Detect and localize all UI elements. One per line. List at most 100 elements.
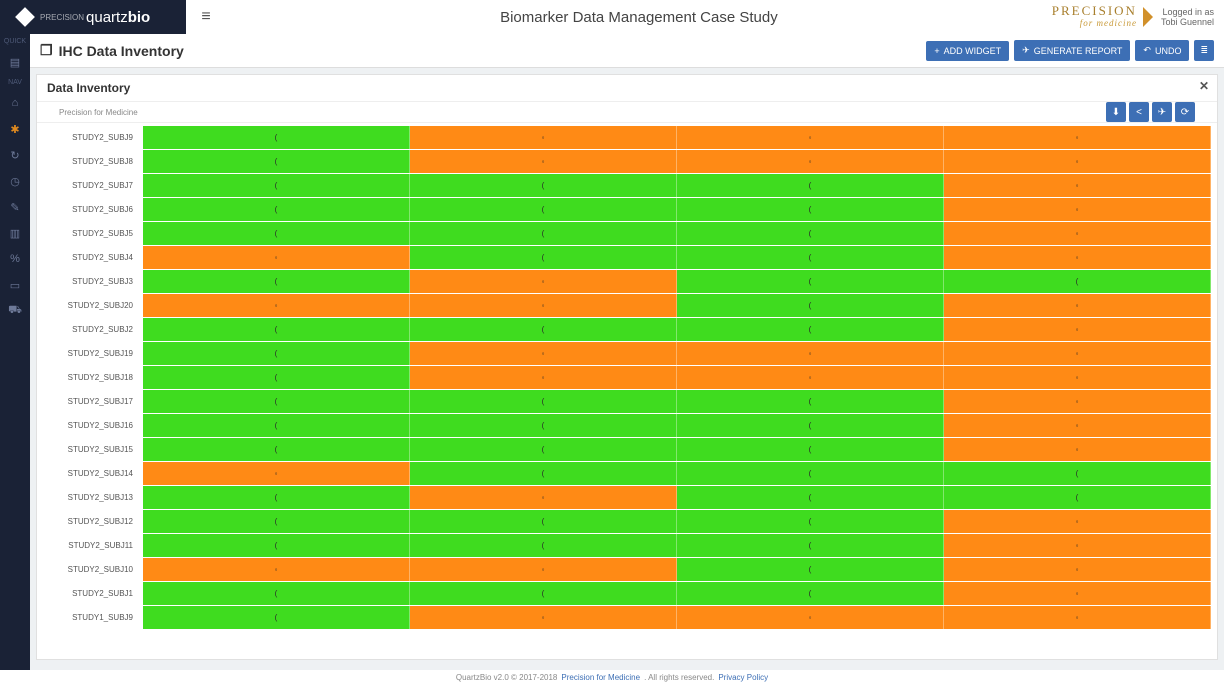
heatmap-cell[interactable]: (: [677, 222, 944, 245]
heatmap-cell[interactable]: ◦: [944, 438, 1211, 461]
heatmap-cell[interactable]: (: [410, 582, 677, 605]
add-widget-button[interactable]: +ADD WIDGET: [926, 41, 1009, 61]
heatmap-cell[interactable]: ◦: [944, 222, 1211, 245]
heatmap-cell[interactable]: (: [410, 198, 677, 221]
heatmap-cell[interactable]: ◦: [410, 486, 677, 509]
heatmap-cell[interactable]: (: [410, 246, 677, 269]
sidebar-icon-car[interactable]: ⛟: [6, 302, 24, 320]
heatmap-cell[interactable]: ◦: [944, 606, 1211, 629]
heatmap-cell[interactable]: (: [677, 246, 944, 269]
heatmap-cell[interactable]: (: [944, 486, 1211, 509]
sidebar-icon-refresh[interactable]: ↻: [6, 146, 24, 164]
heatmap-cell[interactable]: ◦: [410, 606, 677, 629]
brand-logo[interactable]: PRECISION quartzbio: [0, 0, 186, 34]
sidebar-icon-chart[interactable]: ▥: [6, 224, 24, 242]
heatmap-cell[interactable]: (: [143, 270, 410, 293]
sidebar-icon-pencil[interactable]: ✎: [6, 198, 24, 216]
heatmap-cell[interactable]: (: [677, 294, 944, 317]
heatmap-cell[interactable]: ◦: [410, 294, 677, 317]
heatmap-cell[interactable]: (: [677, 510, 944, 533]
heatmap-cell[interactable]: ◦: [944, 390, 1211, 413]
heatmap-cell[interactable]: ◦: [143, 558, 410, 581]
sidebar-icon-clock[interactable]: ◷: [6, 172, 24, 190]
heatmap-cell[interactable]: ◦: [944, 126, 1211, 149]
generate-report-button[interactable]: ✈GENERATE REPORT: [1014, 40, 1130, 61]
heatmap-cell[interactable]: ◦: [143, 294, 410, 317]
heatmap-cell[interactable]: ◦: [944, 414, 1211, 437]
heatmap-cell[interactable]: (: [410, 318, 677, 341]
download-button[interactable]: ⬇: [1106, 102, 1126, 122]
heatmap-cell[interactable]: ◦: [410, 150, 677, 173]
list-view-button[interactable]: ≣: [1194, 40, 1214, 61]
heatmap-cell[interactable]: (: [410, 534, 677, 557]
heatmap-cell[interactable]: ◦: [410, 126, 677, 149]
heatmap-cell[interactable]: ◦: [677, 342, 944, 365]
heatmap-cell[interactable]: (: [677, 438, 944, 461]
share-button[interactable]: <: [1129, 102, 1149, 122]
heatmap-cell[interactable]: (: [677, 390, 944, 413]
undo-button[interactable]: ↶UNDO: [1135, 40, 1189, 61]
heatmap-cell[interactable]: (: [677, 582, 944, 605]
sidebar-icon-link[interactable]: %: [6, 250, 24, 268]
heatmap-cell[interactable]: ◦: [677, 150, 944, 173]
heatmap-cell[interactable]: (: [410, 174, 677, 197]
heatmap-cell[interactable]: (: [143, 414, 410, 437]
heatmap-cell[interactable]: (: [410, 222, 677, 245]
heatmap-cell[interactable]: (: [677, 558, 944, 581]
heatmap-cell[interactable]: (: [143, 606, 410, 629]
heatmap-cell[interactable]: (: [143, 486, 410, 509]
heatmap-cell[interactable]: (: [143, 222, 410, 245]
menu-toggle-icon[interactable]: ≡: [186, 8, 226, 26]
heatmap-cell[interactable]: (: [677, 486, 944, 509]
send-button[interactable]: ✈: [1152, 102, 1172, 122]
heatmap-cell[interactable]: (: [410, 438, 677, 461]
heatmap-cell[interactable]: ◦: [143, 246, 410, 269]
sidebar-icon-doc[interactable]: ▭: [6, 276, 24, 294]
refresh-button[interactable]: ⟳: [1175, 102, 1195, 122]
heatmap-cell[interactable]: ◦: [410, 342, 677, 365]
heatmap-cell[interactable]: (: [143, 198, 410, 221]
heatmap-cell[interactable]: ◦: [944, 294, 1211, 317]
heatmap-cell[interactable]: (: [677, 270, 944, 293]
heatmap-cell[interactable]: (: [677, 174, 944, 197]
heatmap-cell[interactable]: (: [143, 510, 410, 533]
heatmap-cell[interactable]: (: [143, 438, 410, 461]
heatmap-cell[interactable]: (: [410, 390, 677, 413]
heatmap-cell[interactable]: (: [143, 390, 410, 413]
heatmap-cell[interactable]: (: [944, 270, 1211, 293]
panel-close-icon[interactable]: ✕: [1199, 79, 1209, 93]
heatmap-cell[interactable]: ◦: [410, 558, 677, 581]
heatmap-cell[interactable]: ◦: [143, 462, 410, 485]
heatmap-cell[interactable]: ◦: [944, 198, 1211, 221]
heatmap-cell[interactable]: (: [677, 414, 944, 437]
heatmap-cell[interactable]: ◦: [410, 366, 677, 389]
heatmap-cell[interactable]: ◦: [677, 606, 944, 629]
heatmap-cell[interactable]: (: [410, 510, 677, 533]
footer-link-privacy[interactable]: Privacy Policy: [718, 673, 768, 682]
heatmap-cell[interactable]: (: [944, 462, 1211, 485]
heatmap-cell[interactable]: (: [143, 318, 410, 341]
heatmap-cell[interactable]: (: [143, 366, 410, 389]
sidebar-icon-sliders[interactable]: ✱: [6, 120, 24, 138]
heatmap-cell[interactable]: ◦: [944, 582, 1211, 605]
heatmap-cell[interactable]: ◦: [944, 366, 1211, 389]
heatmap-cell[interactable]: (: [143, 174, 410, 197]
heatmap-cell[interactable]: (: [677, 198, 944, 221]
heatmap-cell[interactable]: ◦: [677, 126, 944, 149]
heatmap-cell[interactable]: ◦: [944, 318, 1211, 341]
footer-link-company[interactable]: Precision for Medicine: [561, 673, 640, 682]
heatmap-cell[interactable]: ◦: [944, 174, 1211, 197]
heatmap-cell[interactable]: ◦: [410, 270, 677, 293]
heatmap-cell[interactable]: ◦: [944, 534, 1211, 557]
heatmap-cell[interactable]: ◦: [944, 150, 1211, 173]
heatmap-cell[interactable]: (: [143, 126, 410, 149]
heatmap-cell[interactable]: (: [410, 462, 677, 485]
heatmap-cell[interactable]: (: [677, 462, 944, 485]
heatmap-cell[interactable]: ◦: [944, 246, 1211, 269]
sidebar-icon-home[interactable]: ⌂: [6, 94, 24, 112]
heatmap-cell[interactable]: (: [410, 414, 677, 437]
heatmap-cell[interactable]: (: [677, 534, 944, 557]
heatmap-cell[interactable]: ◦: [944, 510, 1211, 533]
heatmap-cell[interactable]: (: [143, 342, 410, 365]
heatmap-cell[interactable]: (: [677, 318, 944, 341]
